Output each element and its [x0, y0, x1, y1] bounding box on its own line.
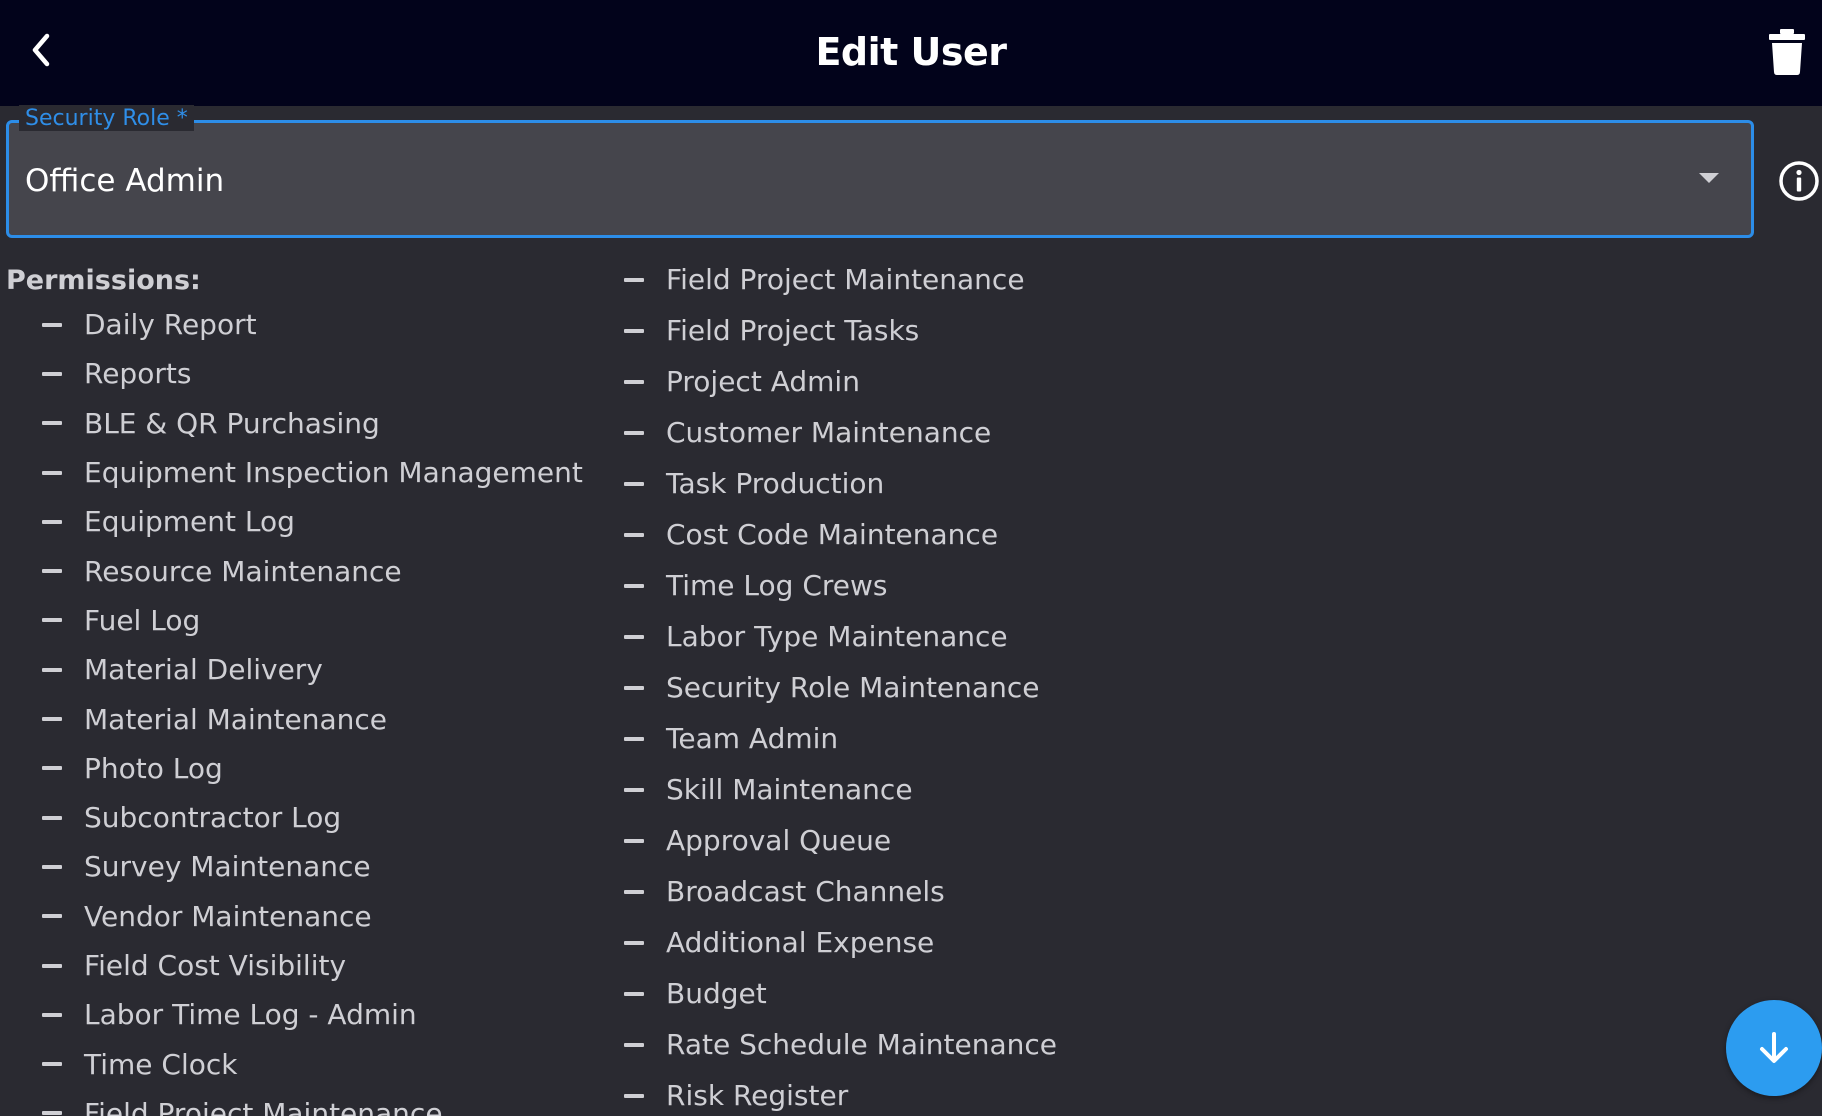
list-item: Field Project Maintenance — [42, 1089, 583, 1116]
security-role-value: Office Admin — [25, 163, 225, 199]
dash-icon — [624, 277, 644, 282]
scroll-down-button[interactable] — [1726, 1000, 1822, 1096]
top-app-bar: Edit User — [0, 0, 1822, 106]
dash-icon — [624, 1042, 644, 1047]
dash-icon — [624, 430, 644, 435]
dash-icon — [624, 736, 644, 741]
list-item: Security Role Maintenance — [624, 662, 1057, 713]
dash-icon — [42, 864, 62, 869]
list-item: Vendor Maintenance — [42, 892, 583, 941]
dash-icon — [624, 1093, 644, 1098]
list-item: Budget — [624, 968, 1057, 1019]
dash-icon — [42, 519, 62, 524]
list-item: Material Delivery — [42, 645, 583, 694]
edit-user-screen: Edit User Security Role * Office Admin P… — [0, 0, 1822, 1116]
dash-icon — [624, 787, 644, 792]
page-title: Edit User — [815, 30, 1007, 74]
list-item: Subcontractor Log — [42, 793, 583, 842]
list-item: Broadcast Channels — [624, 866, 1057, 917]
dash-icon — [624, 838, 644, 843]
list-item: Fuel Log — [42, 596, 583, 645]
dash-icon — [42, 1062, 62, 1067]
list-item: Labor Time Log - Admin — [42, 990, 583, 1039]
dash-icon — [624, 583, 644, 588]
delete-user-button[interactable] — [1766, 24, 1808, 80]
dash-icon — [42, 322, 62, 327]
dash-icon — [42, 470, 62, 475]
list-item: Reports — [42, 349, 583, 398]
list-item: Cost Code Maintenance — [624, 509, 1057, 560]
list-item: Additional Expense — [624, 917, 1057, 968]
dash-icon — [624, 634, 644, 639]
dash-icon — [42, 815, 62, 820]
list-item: Material Maintenance — [42, 694, 583, 743]
list-item: Rate Schedule Maintenance — [624, 1019, 1057, 1070]
dash-icon — [42, 717, 62, 722]
list-item: Equipment Log — [42, 497, 583, 546]
list-item: Team Admin — [624, 713, 1057, 764]
dash-icon — [42, 914, 62, 919]
list-item: Approval Queue — [624, 815, 1057, 866]
permissions-heading: Permissions: — [6, 265, 201, 296]
list-item: Task Production — [624, 458, 1057, 509]
dash-icon — [624, 685, 644, 690]
dash-icon — [42, 963, 62, 968]
dash-icon — [42, 1012, 62, 1017]
dash-icon — [624, 940, 644, 945]
list-item: Customer Maintenance — [624, 407, 1057, 458]
dash-icon — [42, 421, 62, 426]
info-icon — [1779, 161, 1819, 201]
list-item: Field Project Maintenance — [624, 254, 1057, 305]
list-item: Photo Log — [42, 744, 583, 793]
arrow-down-icon — [1760, 1032, 1788, 1063]
list-item: Field Project Tasks — [624, 305, 1057, 356]
dash-icon — [42, 371, 62, 376]
permissions-list-right: Field Project Maintenance Field Project … — [624, 254, 1057, 1116]
list-item: Risk Register — [624, 1070, 1057, 1116]
list-item: Labor Type Maintenance — [624, 611, 1057, 662]
list-item: Time Log Crews — [624, 560, 1057, 611]
dash-icon — [42, 1111, 62, 1116]
list-item: Project Admin — [624, 356, 1057, 407]
dash-icon — [42, 569, 62, 574]
dash-icon — [624, 532, 644, 537]
dash-icon — [624, 328, 644, 333]
list-item: Survey Maintenance — [42, 842, 583, 891]
security-role-select[interactable]: Security Role * Office Admin — [6, 105, 1754, 238]
dash-icon — [42, 766, 62, 771]
role-info-button[interactable] — [1778, 160, 1820, 202]
security-role-label: Security Role * — [19, 105, 194, 131]
list-item: BLE & QR Purchasing — [42, 399, 583, 448]
dash-icon — [624, 991, 644, 996]
dash-icon — [624, 889, 644, 894]
dash-icon — [42, 667, 62, 672]
permissions-list-left: Daily Report Reports BLE & QR Purchasing… — [42, 300, 583, 1116]
caret-down-icon — [1699, 173, 1719, 183]
list-item: Time Clock — [42, 1039, 583, 1088]
trash-icon — [1769, 29, 1805, 75]
list-item: Daily Report — [42, 300, 583, 349]
list-item: Skill Maintenance — [624, 764, 1057, 815]
list-item: Field Cost Visibility — [42, 941, 583, 990]
dash-icon — [624, 379, 644, 384]
list-item: Equipment Inspection Management — [42, 448, 583, 497]
list-item: Resource Maintenance — [42, 546, 583, 595]
dash-icon — [624, 481, 644, 486]
dash-icon — [42, 618, 62, 623]
